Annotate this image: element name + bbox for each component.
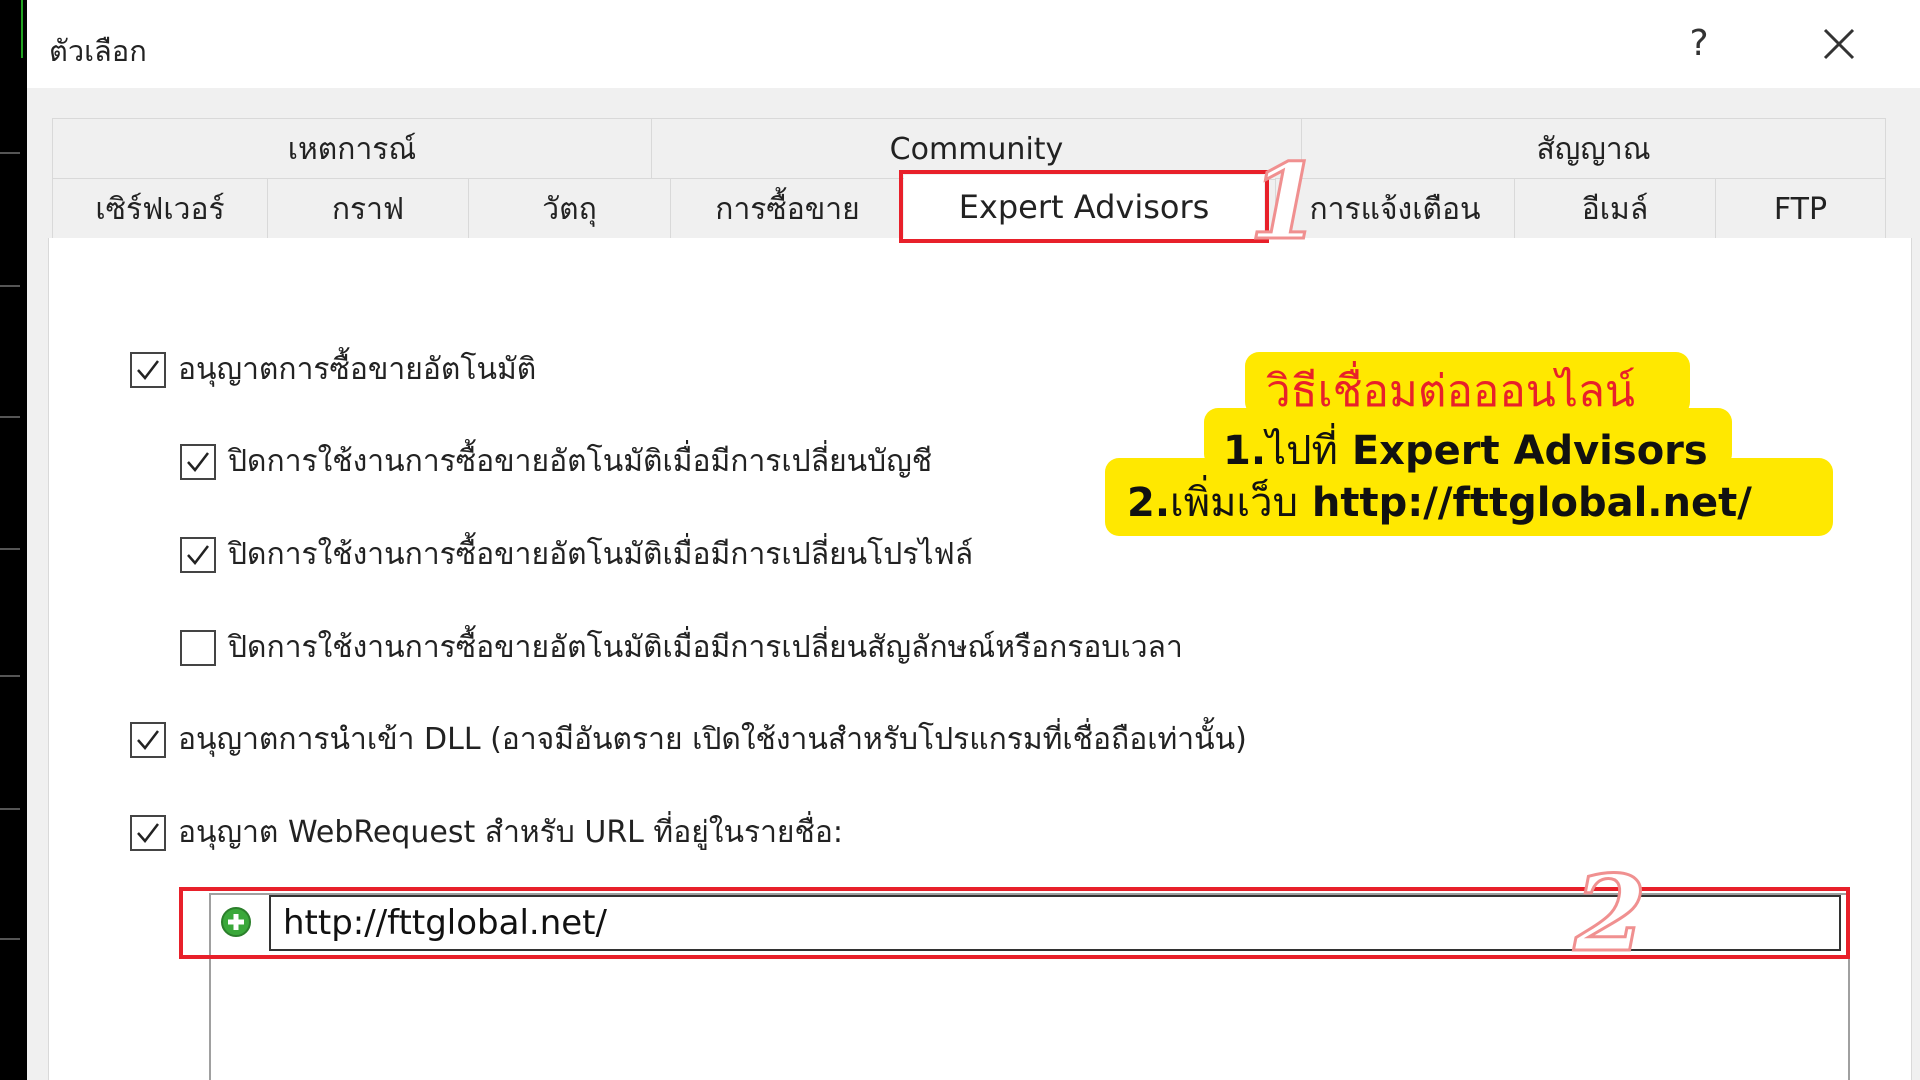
checkbox-disable-on-account-change[interactable] bbox=[180, 443, 216, 480]
chart-gridline bbox=[0, 285, 20, 287]
help-button[interactable]: ? bbox=[1679, 20, 1719, 68]
step-1-target: Expert Advisors bbox=[1351, 428, 1708, 474]
tab-events[interactable]: เหตการณ์ bbox=[52, 118, 652, 180]
tab-trade[interactable]: การซื้อขาย bbox=[670, 178, 905, 240]
callout-step-2: 2.เพิ่มเว็บ http://fttglobal.net/ bbox=[1127, 470, 1752, 534]
close-icon[interactable] bbox=[1817, 22, 1861, 66]
option-label: อนุญาต WebRequest สำหรับ URL ที่อยู่ในรา… bbox=[178, 815, 843, 850]
step-2-number: 2. bbox=[1127, 480, 1171, 526]
tab-charts[interactable]: กราฟ bbox=[267, 178, 469, 240]
option-label: อนุญาตการซื้อขายอัตโนมัติ bbox=[178, 352, 537, 387]
tab-ftp[interactable]: FTP bbox=[1715, 178, 1886, 240]
instruction-callout: วิธีเชื่อมต่อออนไลน์ 1.ไปที่ Expert Advi… bbox=[1105, 350, 1833, 536]
option-allow-dll-imports: อนุญาตการนำเข้า DLL (อาจมีอันตราย เปิดใช… bbox=[130, 716, 1247, 763]
checkbox-disable-on-profile-change[interactable] bbox=[180, 536, 216, 573]
step-1-text: ไปที่ bbox=[1266, 428, 1338, 474]
chart-gridline bbox=[0, 548, 20, 550]
option-allow-algo-trading: อนุญาตการซื้อขายอัตโนมัติ bbox=[130, 346, 536, 393]
option-label: อนุญาตการนำเข้า DLL (อาจมีอันตราย เปิดใช… bbox=[178, 722, 1247, 757]
checkbox-disable-on-symbol-change[interactable] bbox=[180, 629, 216, 666]
checkbox-allow-algo-trading[interactable] bbox=[130, 351, 166, 388]
chart-gridline bbox=[0, 416, 20, 418]
step-2-target: http://fttglobal.net/ bbox=[1311, 480, 1752, 526]
tab-signals[interactable]: สัญญาณ bbox=[1301, 118, 1886, 180]
option-disable-on-account-change: ปิดการใช้งานการซื้อขายอัตโนมัติเมื่อมีกา… bbox=[180, 438, 932, 485]
step-1-number: 1. bbox=[1223, 428, 1267, 474]
marker-1: 1 bbox=[1247, 139, 1322, 265]
tab-objects[interactable]: วัตถุ bbox=[468, 178, 671, 240]
option-label: ปิดการใช้งานการซื้อขายอัตโนมัติเมื่อมีกา… bbox=[228, 630, 1183, 665]
title-bar: ตัวเลือก ? bbox=[27, 0, 1920, 88]
checkbox-allow-dll-imports[interactable] bbox=[130, 721, 166, 758]
step-2-text: เพิ่มเว็บ bbox=[1170, 480, 1298, 526]
chart-candle bbox=[21, 0, 23, 58]
option-label: ปิดการใช้งานการซื้อขายอัตโนมัติเมื่อมีกา… bbox=[228, 444, 933, 479]
tab-email[interactable]: อีเมล์ bbox=[1514, 178, 1716, 240]
tab-server[interactable]: เซิร์ฟเวอร์ bbox=[52, 178, 268, 240]
chart-gridline bbox=[0, 808, 20, 810]
dialog-title: ตัวเลือก bbox=[49, 34, 147, 68]
options-dialog: ตัวเลือก ? เหตการณ์ Community สัญญาณ เซิ… bbox=[27, 0, 1920, 1080]
marker-2: 2 bbox=[1572, 851, 1647, 977]
chart-gridline bbox=[0, 675, 20, 677]
chart-gridline bbox=[0, 152, 20, 154]
checkbox-allow-webrequest[interactable] bbox=[130, 814, 166, 851]
option-disable-on-profile-change: ปิดการใช้งานการซื้อขายอัตโนมัติเมื่อมีกา… bbox=[180, 531, 973, 578]
chart-gridline bbox=[0, 938, 20, 940]
option-allow-webrequest: อนุญาต WebRequest สำหรับ URL ที่อยู่ในรา… bbox=[130, 809, 843, 856]
highlight-box-tab bbox=[899, 170, 1269, 243]
option-disable-on-symbol-change: ปิดการใช้งานการซื้อขายอัตโนมัติเมื่อมีกา… bbox=[180, 624, 1183, 671]
option-label: ปิดการใช้งานการซื้อขายอัตโนมัติเมื่อมีกา… bbox=[228, 537, 974, 572]
callout-heading: วิธีเชื่อมต่อออนไลน์ bbox=[1266, 366, 1635, 417]
